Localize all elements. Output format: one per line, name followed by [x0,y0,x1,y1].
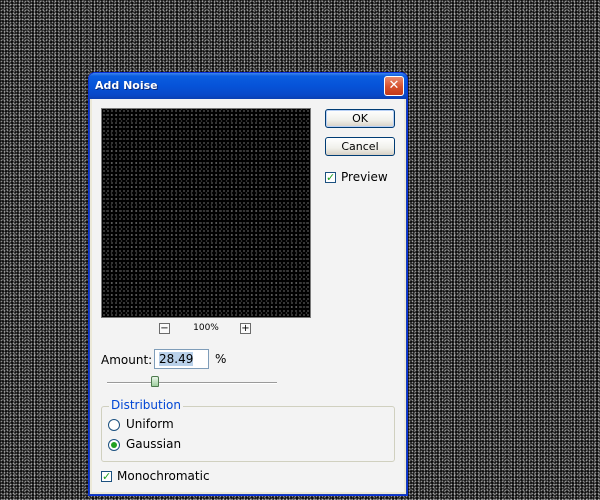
uniform-label[interactable]: Uniform [126,417,174,431]
amount-input[interactable]: 28.49 [154,349,209,369]
zoom-in-button[interactable]: + [240,323,251,334]
noise-preview-image[interactable] [101,108,311,318]
preview-checkbox[interactable]: ✓ [325,172,336,183]
add-noise-dialog: Add Noise ✕ − 100% + OK Cancel ✓ Preview… [88,72,408,496]
preview-label[interactable]: Preview [341,170,388,184]
plus-icon: + [241,323,250,334]
checkmark-icon: ✓ [102,470,112,483]
cancel-button[interactable]: Cancel [325,137,395,156]
zoom-controls: − 100% + [101,321,311,337]
radio-selected-dot [111,442,117,448]
amount-slider-thumb[interactable] [151,376,160,387]
uniform-radio[interactable] [108,419,120,431]
title-bar[interactable]: Add Noise ✕ [89,73,407,99]
amount-value: 28.49 [159,352,194,366]
monochromatic-label[interactable]: Monochromatic [117,469,210,483]
ok-button[interactable]: OK [325,109,395,128]
amount-slider-track[interactable] [107,382,277,384]
amount-unit: % [215,352,227,366]
close-icon: ✕ [388,78,400,93]
dialog-title: Add Noise [95,79,158,92]
zoom-level: 100% [193,323,219,333]
distribution-group: Distribution Uniform Gaussian [101,398,395,462]
gaussian-radio[interactable] [108,439,120,451]
gaussian-label[interactable]: Gaussian [126,437,181,451]
close-button[interactable]: ✕ [384,76,404,96]
dialog-body: − 100% + OK Cancel ✓ Preview Amount: 28.… [92,99,404,492]
amount-label: Amount: [101,353,153,367]
monochromatic-checkbox[interactable]: ✓ [101,471,112,482]
checkmark-icon: ✓ [326,171,336,184]
zoom-out-button[interactable]: − [159,323,170,334]
distribution-legend: Distribution [109,398,184,412]
minus-icon: − [160,323,169,334]
